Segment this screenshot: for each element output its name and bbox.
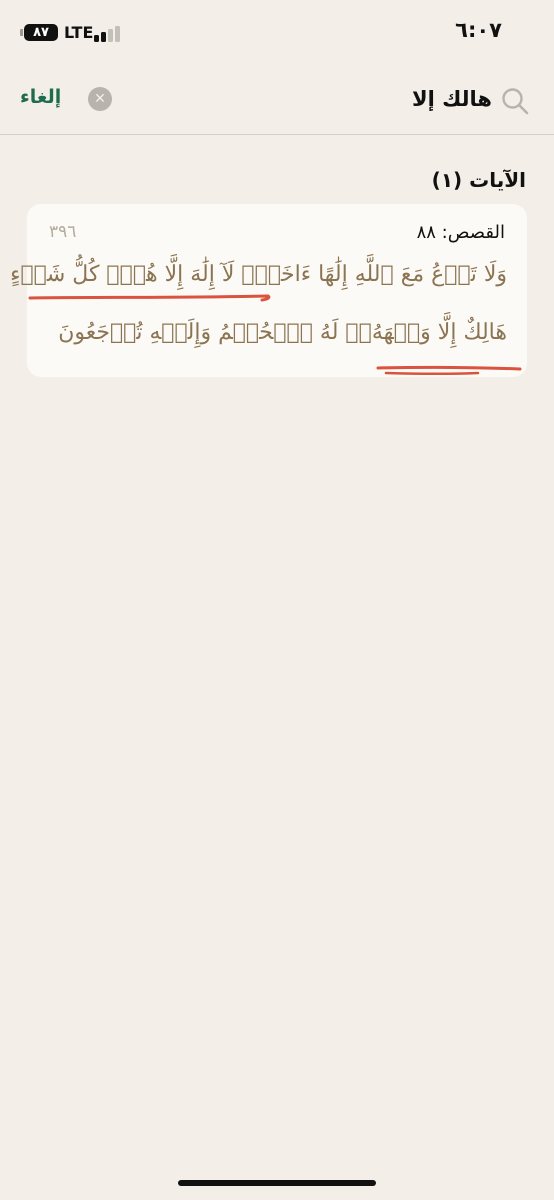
annotation-underline xyxy=(28,294,522,375)
home-indicator[interactable] xyxy=(178,1180,376,1186)
